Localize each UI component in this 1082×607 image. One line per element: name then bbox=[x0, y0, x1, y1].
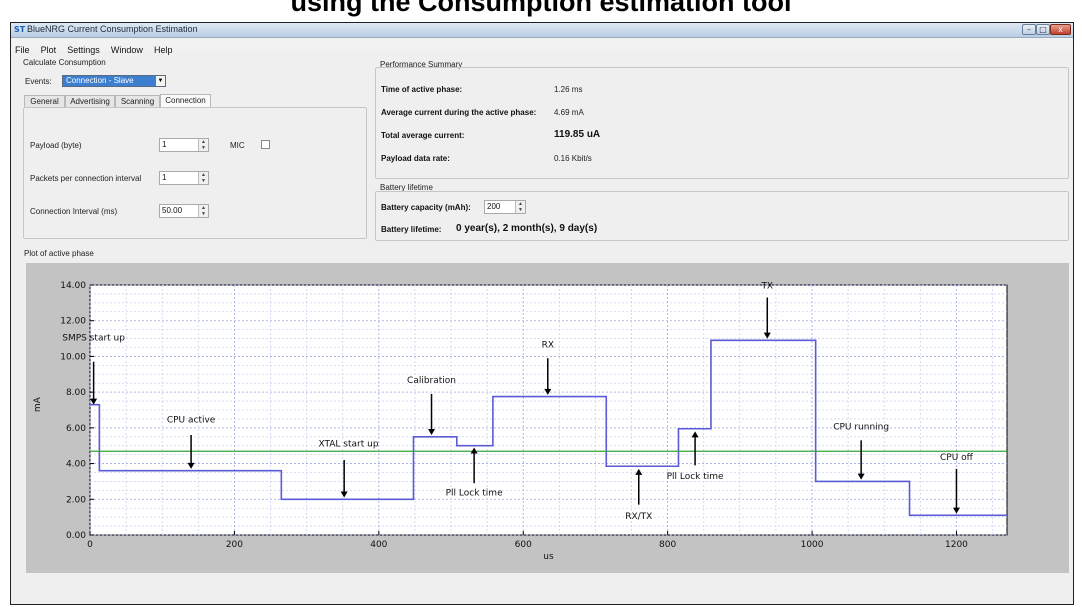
plot-title: Plot of active phase bbox=[24, 249, 94, 258]
perf-value-total-current: 119.85 uA bbox=[554, 129, 601, 140]
payload-value: 1 bbox=[162, 140, 167, 149]
calc-title: Calculate Consumption bbox=[23, 58, 106, 67]
connection-tab-panel: Payload (byte) 1 ▲ ▼ MIC Packets per conn… bbox=[23, 107, 367, 239]
spinner-arrows-icon[interactable]: ▲ ▼ bbox=[515, 201, 525, 213]
y-tick-label: 0.00 bbox=[66, 531, 86, 541]
perf-label-data-rate: Payload data rate: bbox=[381, 154, 450, 163]
annotation-label: XTAL start up bbox=[318, 440, 378, 450]
minimize-icon[interactable]: – bbox=[1022, 24, 1036, 35]
x-tick-label: 200 bbox=[226, 540, 243, 550]
page-heading: using the Consumption estimation tool bbox=[290, 0, 792, 17]
perf-label-active-time: Time of active phase: bbox=[381, 85, 463, 94]
perf-value-data-rate: 0.16 Kbit/s bbox=[554, 154, 592, 163]
menu-file[interactable]: File bbox=[15, 44, 30, 57]
annotation-label: TX bbox=[760, 282, 773, 292]
annotation-label: RX/TX bbox=[625, 512, 652, 522]
battery-capacity-label: Battery capacity (mAh): bbox=[381, 203, 471, 212]
perf-label-active-current: Average current during the active phase: bbox=[381, 108, 537, 117]
active-phase-chart: 0.00 2.00 4.00 6.00 8.00 10.00 12.00 14.00 0 200 4… bbox=[33, 281, 1008, 562]
x-tick-label: 1000 bbox=[801, 540, 824, 550]
battery-capacity-input[interactable]: 200 ▲ ▼ bbox=[484, 200, 526, 214]
perf-value-active-current: 4.69 mA bbox=[554, 108, 584, 117]
maximize-icon[interactable]: □ bbox=[1036, 24, 1050, 35]
x-tick-label: 400 bbox=[370, 540, 387, 550]
annotation-label: Pll Lock time bbox=[667, 472, 724, 482]
annotation-label: CPU off bbox=[940, 453, 974, 463]
perf-group bbox=[375, 67, 1069, 179]
events-select-value: Connection - Slave bbox=[66, 76, 134, 85]
window-title: BlueNRG Current Consumption Estimation bbox=[27, 24, 198, 34]
chevron-down-icon[interactable]: ▼ bbox=[155, 76, 165, 86]
mic-checkbox[interactable] bbox=[261, 140, 270, 149]
interval-value: 50.00 bbox=[162, 206, 183, 215]
y-tick-label: 2.00 bbox=[66, 495, 86, 505]
y-axis-label: mA bbox=[33, 396, 43, 412]
blue-nrg-app-icon: ST bbox=[14, 25, 26, 34]
x-tick-label: 0 bbox=[87, 540, 93, 550]
packets-label: Packets per connection interval bbox=[30, 174, 142, 183]
perf-value-active-time: 1.26 ms bbox=[554, 85, 583, 94]
close-icon[interactable]: x bbox=[1050, 24, 1071, 35]
battery-lifetime-label: Battery lifetime: bbox=[381, 225, 442, 234]
annotation-label: SMPS start up bbox=[62, 333, 125, 343]
tab-general[interactable]: General bbox=[24, 95, 65, 107]
events-select[interactable]: Connection - Slave ▼ bbox=[62, 75, 166, 87]
payload-label: Payload (byte) bbox=[30, 141, 82, 150]
plot-panel: 0.00 2.00 4.00 6.00 8.00 10.00 12.00 14.00 0 200 4… bbox=[26, 263, 1069, 573]
annotation-label: CPU running bbox=[833, 423, 889, 433]
interval-label: Connection Interval (ms) bbox=[30, 207, 118, 216]
menu-plot[interactable]: Plot bbox=[41, 44, 57, 57]
spinner-arrows-icon[interactable]: ▲ ▼ bbox=[198, 139, 208, 151]
menu-settings[interactable]: Settings bbox=[67, 44, 100, 57]
y-tick-label: 6.00 bbox=[66, 424, 86, 434]
title-bar[interactable]: ST BlueNRG Current Consumption Estimatio… bbox=[11, 23, 1073, 38]
tab-scanning[interactable]: Scanning bbox=[115, 95, 160, 107]
annotation-label: RX bbox=[542, 341, 554, 351]
y-tick-label: 10.00 bbox=[60, 352, 86, 362]
spinner-arrows-icon[interactable]: ▲ ▼ bbox=[198, 205, 208, 217]
spinner-arrows-icon[interactable]: ▲ ▼ bbox=[198, 172, 208, 184]
events-label: Events: bbox=[25, 77, 52, 86]
app-window: ST BlueNRG Current Consumption Estimatio… bbox=[10, 22, 1074, 605]
y-tick-label: 4.00 bbox=[66, 460, 86, 470]
packets-input[interactable]: 1 ▲ ▼ bbox=[159, 171, 209, 185]
annotation-label: Calibration bbox=[407, 376, 456, 386]
menu-window[interactable]: Window bbox=[111, 44, 143, 57]
annotation-label: CPU active bbox=[167, 416, 216, 426]
x-tick-label: 600 bbox=[515, 540, 532, 550]
perf-label-total-current: Total average current: bbox=[381, 131, 465, 140]
menu-help[interactable]: Help bbox=[154, 44, 173, 57]
packets-value: 1 bbox=[162, 173, 167, 182]
interval-input[interactable]: 50.00 ▲ ▼ bbox=[159, 204, 209, 218]
tab-connection[interactable]: Connection bbox=[160, 94, 211, 107]
menu-bar: File Plot Settings Window Help bbox=[11, 38, 1073, 55]
x-tick-label: 800 bbox=[659, 540, 676, 550]
annotation-label: Pll Lock time bbox=[446, 489, 503, 499]
x-tick-label: 1200 bbox=[945, 540, 968, 550]
payload-input[interactable]: 1 ▲ ▼ bbox=[159, 138, 209, 152]
y-tick-label: 14.00 bbox=[60, 281, 86, 291]
mic-label: MIC bbox=[230, 141, 245, 150]
y-tick-label: 12.00 bbox=[60, 317, 86, 327]
tab-advertising[interactable]: Advertising bbox=[65, 95, 115, 107]
battery-capacity-value: 200 bbox=[487, 202, 501, 211]
x-axis-label: us bbox=[543, 552, 554, 562]
battery-lifetime-value: 0 year(s), 2 month(s), 9 day(s) bbox=[456, 223, 598, 234]
y-tick-label: 8.00 bbox=[66, 388, 86, 398]
